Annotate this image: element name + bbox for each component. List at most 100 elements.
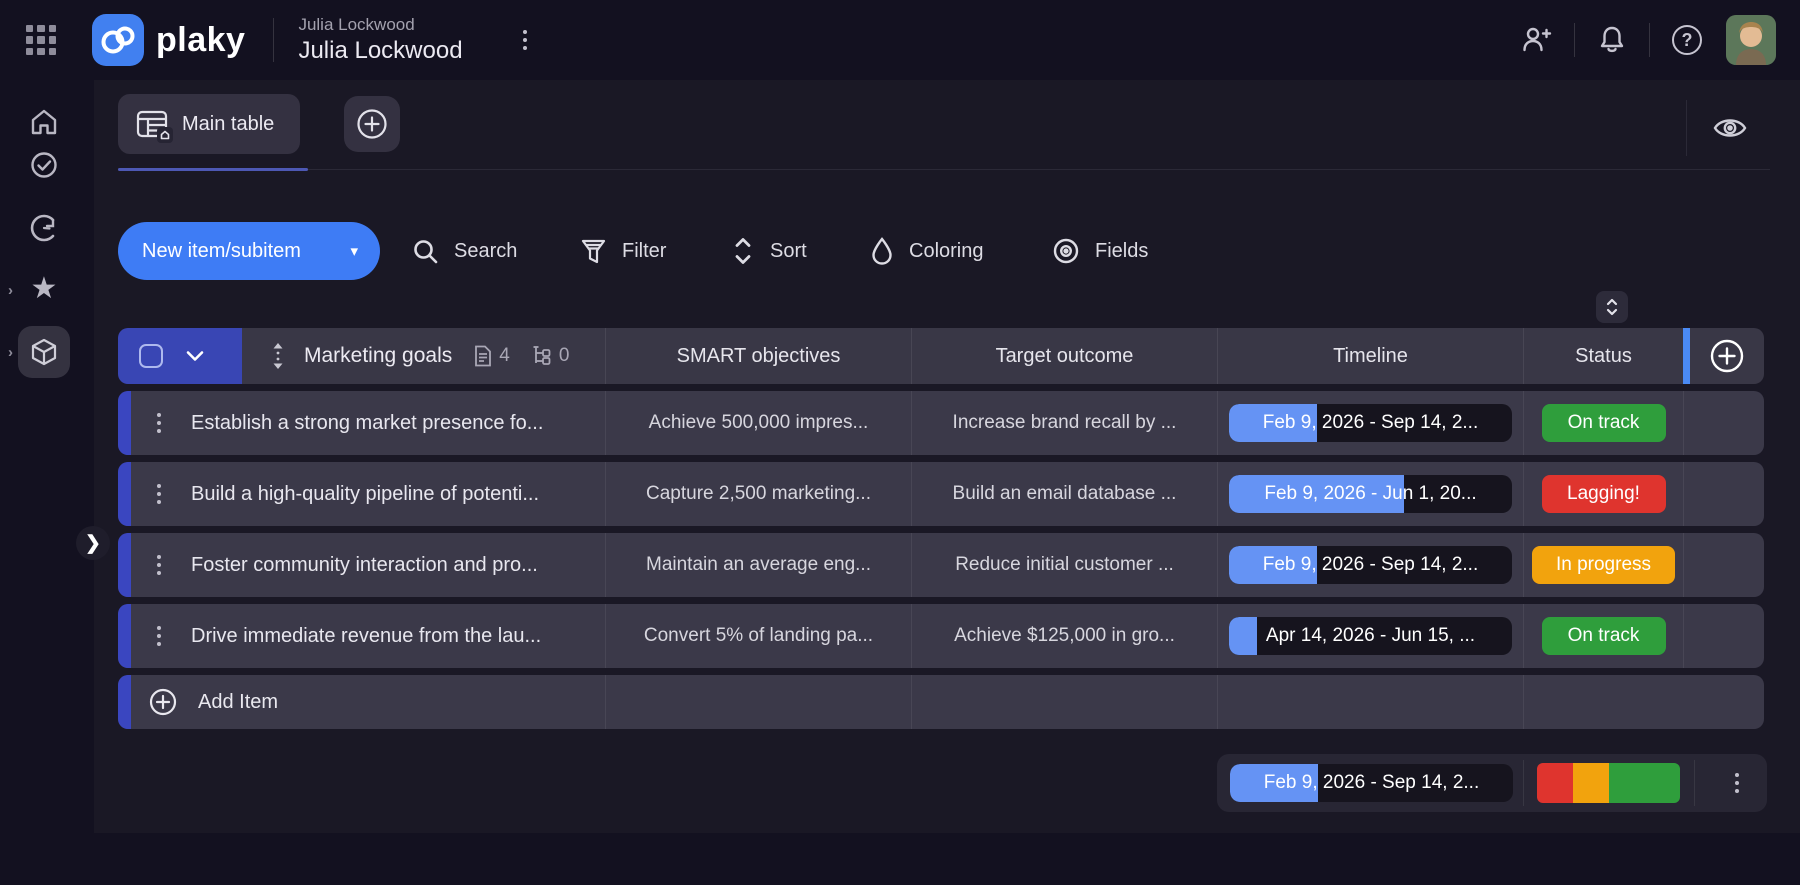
item-name[interactable]: Establish a strong market presence fo...	[191, 412, 543, 435]
cell-status: On track	[1523, 604, 1683, 668]
coloring-button[interactable]: Coloring	[870, 222, 983, 280]
user-avatar[interactable]	[1726, 15, 1776, 65]
subitem-count-value: 0	[558, 345, 570, 366]
question-mark-glyph: ?	[1681, 29, 1693, 50]
summary-timeline-pill[interactable]: Feb 9, 2026 - Sep 14, 2...	[1230, 764, 1513, 802]
sort-button[interactable]: Sort	[731, 222, 807, 280]
status-badge[interactable]: On track	[1541, 404, 1666, 442]
sidebar-item-favorites[interactable]: ★	[18, 263, 70, 315]
column-header-status[interactable]: Status	[1523, 328, 1683, 384]
timeline-pill[interactable]: Apr 14, 2026 - Jun 15, ...	[1229, 617, 1512, 655]
row-accent	[118, 462, 131, 526]
notifications-bell-icon[interactable]	[1589, 17, 1635, 63]
status-segment-orange	[1572, 763, 1609, 803]
fields-button[interactable]: Fields	[1052, 222, 1148, 280]
column-resize-control[interactable]	[1596, 291, 1628, 323]
table-view-icon	[136, 109, 173, 143]
timeline-text: Apr 14, 2026 - Jun 15, ...	[1265, 625, 1476, 646]
add-item-label: Add Item	[198, 690, 279, 713]
select-all-section[interactable]	[118, 328, 242, 384]
workspace-name[interactable]: Julia Lockwood	[298, 15, 462, 35]
group-title[interactable]: Marketing goals	[304, 344, 452, 368]
column-header-outcome[interactable]: Target outcome	[911, 328, 1217, 384]
tabs-baseline	[308, 169, 1770, 170]
row-menu-button[interactable]	[151, 620, 167, 652]
filter-button[interactable]: Filter	[580, 222, 666, 280]
main-content: Main table New item/subitem ▾ Search Fil…	[94, 80, 1800, 833]
select-all-checkbox[interactable]	[139, 344, 163, 368]
help-icon[interactable]: ?	[1664, 17, 1710, 63]
board-title[interactable]: Julia Lockwood	[298, 37, 462, 65]
fields-label: Fields	[1095, 239, 1149, 262]
row-menu-button[interactable]	[151, 407, 167, 439]
table-row[interactable]: Foster community interaction and pro... …	[118, 533, 1764, 597]
sidebar-item-boards[interactable]	[18, 326, 70, 378]
status-segment-green	[1608, 763, 1680, 803]
sidebar-item-activity[interactable]	[18, 202, 70, 254]
sort-label: Sort	[770, 239, 807, 262]
search-icon	[414, 239, 438, 263]
add-column-button[interactable]	[1690, 328, 1764, 384]
caret-down-icon[interactable]: ▾	[350, 242, 358, 260]
sidebar-expand-boards-chevron[interactable]: ›	[8, 344, 13, 361]
home-badge-icon	[157, 127, 173, 143]
status-distribution-bar[interactable]	[1537, 763, 1680, 803]
sidebar-item-tasks[interactable]	[18, 139, 70, 191]
row-menu-button[interactable]	[151, 549, 167, 581]
item-name[interactable]: Foster community interaction and pro...	[191, 554, 538, 577]
table-row[interactable]: Build a high-quality pipeline of potenti…	[118, 462, 1764, 526]
topbar-separator	[1574, 23, 1575, 57]
sidebar-expand-favorites-chevron[interactable]: ›	[8, 282, 13, 299]
cell-timeline: Feb 9, 2026 - Jun 1, 20...	[1217, 462, 1523, 526]
cell-timeline: Feb 9, 2026 - Sep 14, 2...	[1217, 391, 1523, 455]
cell-outcome[interactable]: Achieve $125,000 in gro...	[911, 604, 1217, 668]
expand-collapse-rows-icon[interactable]	[270, 343, 286, 369]
timeline-pill[interactable]: Feb 9, 2026 - Sep 14, 2...	[1229, 404, 1512, 442]
add-view-button[interactable]	[344, 96, 400, 152]
row-accent	[118, 391, 131, 455]
apps-grid-icon[interactable]	[26, 25, 56, 55]
status-badge[interactable]: On track	[1541, 617, 1666, 655]
search-button[interactable]: Search	[412, 222, 517, 280]
tab-main-table[interactable]: Main table	[118, 94, 301, 154]
invite-user-button[interactable]	[1514, 17, 1560, 63]
summary-menu-button[interactable]	[1717, 763, 1757, 803]
cell-outcome[interactable]: Build an email database ...	[911, 462, 1217, 526]
item-name[interactable]: Build a high-quality pipeline of potenti…	[191, 483, 539, 506]
cell-outcome[interactable]: Reduce initial customer ...	[911, 533, 1217, 597]
cell-objective[interactable]: Achieve 500,000 impres...	[605, 391, 911, 455]
timeline-pill[interactable]: Feb 9, 2026 - Jun 1, 20...	[1229, 475, 1512, 513]
column-header-objectives[interactable]: SMART objectives	[605, 328, 911, 384]
cell-empty	[1683, 533, 1764, 597]
timeline-text: Feb 9, 2026 - Sep 14, 2...	[1262, 412, 1479, 433]
new-item-button[interactable]: New item/subitem ▾	[118, 222, 380, 280]
coloring-icon	[872, 237, 892, 265]
cell-objective[interactable]: Convert 5% of landing pa...	[605, 604, 911, 668]
top-bar: plaky Julia Lockwood Julia Lockwood ?	[0, 0, 1800, 80]
plaky-logo-icon[interactable]	[92, 14, 144, 66]
timeline-pill[interactable]: Feb 9, 2026 - Sep 14, 2...	[1229, 546, 1512, 584]
timeline-text: Feb 9, 2026 - Sep 14, 2...	[1262, 554, 1479, 575]
chevron-right-icon: ❯	[85, 532, 101, 554]
cell-objective[interactable]: Capture 2,500 marketing...	[605, 462, 911, 526]
cell-timeline: Feb 9, 2026 - Sep 14, 2...	[1217, 533, 1523, 597]
column-header-timeline[interactable]: Timeline	[1217, 328, 1523, 384]
table-row[interactable]: Drive immediate revenue from the lau... …	[118, 604, 1764, 668]
row-accent	[118, 604, 131, 668]
board-menu-button[interactable]	[515, 22, 535, 58]
table-header-row: Marketing goals 4 0 SMART objectives Tar…	[118, 328, 1764, 384]
cell-objective[interactable]: Maintain an average eng...	[605, 533, 911, 597]
cell-outcome[interactable]: Increase brand recall by ...	[911, 391, 1217, 455]
status-badge[interactable]: In progress	[1531, 546, 1676, 584]
column-insert-indicator	[1683, 328, 1690, 384]
new-item-label: New item/subitem	[142, 239, 301, 262]
table-row[interactable]: Establish a strong market presence fo...…	[118, 391, 1764, 455]
status-badge[interactable]: Lagging!	[1541, 475, 1666, 513]
sidebar-expand-handle[interactable]: ❯	[76, 526, 110, 560]
item-name[interactable]: Drive immediate revenue from the lau...	[191, 625, 541, 648]
eye-icon[interactable]	[1708, 110, 1752, 146]
item-count-value: 4	[499, 345, 510, 366]
cell-status: Lagging!	[1523, 462, 1683, 526]
row-menu-button[interactable]	[151, 478, 167, 510]
add-item-row[interactable]: Add Item	[118, 675, 1764, 729]
